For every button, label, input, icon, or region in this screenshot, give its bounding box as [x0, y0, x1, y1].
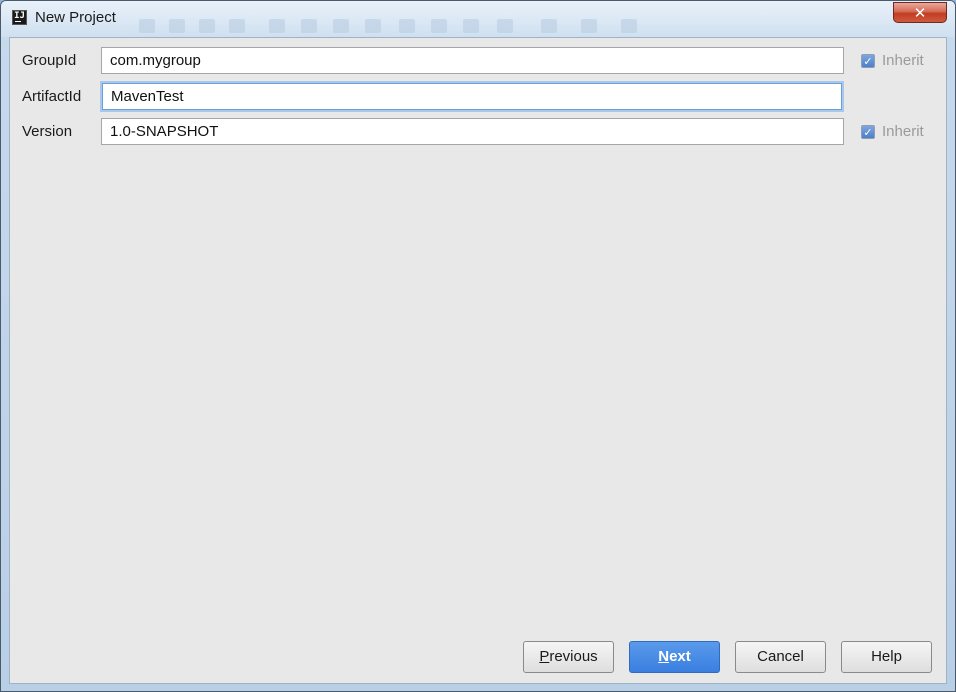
- artifact-id-input[interactable]: [102, 83, 842, 110]
- new-project-window: IJ New Project ✕ GroupId ✓ Inherit Artif…: [0, 0, 956, 692]
- help-button[interactable]: Help: [841, 641, 932, 673]
- toolbar-ghost-icon: [497, 19, 513, 33]
- title-bar[interactable]: IJ New Project ✕: [1, 1, 955, 37]
- toolbar-ghost-icon: [621, 19, 637, 33]
- next-button[interactable]: Next: [629, 641, 720, 673]
- toolbar-ghost-icon: [169, 19, 185, 33]
- group-id-inherit-checkbox[interactable]: ✓ Inherit: [861, 52, 924, 69]
- previous-label: revious: [549, 648, 598, 665]
- window-title: New Project: [35, 9, 116, 26]
- intellij-app-icon: IJ: [12, 10, 27, 25]
- toolbar-ghost-icon: [541, 19, 557, 33]
- cancel-button[interactable]: Cancel: [735, 641, 826, 673]
- version-input[interactable]: [101, 118, 844, 145]
- toolbar-ghost-icon: [229, 19, 245, 33]
- check-icon: ✓: [861, 124, 875, 139]
- artifact-id-label: ArtifactId: [22, 88, 82, 105]
- close-button[interactable]: ✕: [893, 2, 947, 23]
- version-label: Version: [22, 123, 73, 140]
- next-label: ext: [669, 648, 691, 665]
- toolbar-ghost-icon: [431, 19, 447, 33]
- toolbar-ghost-icon: [301, 19, 317, 33]
- toolbar-ghost-icon: [463, 19, 479, 33]
- next-mnemonic: N: [658, 648, 670, 665]
- version-inherit-checkbox[interactable]: ✓ Inherit: [861, 123, 924, 140]
- group-id-input[interactable]: [101, 47, 844, 74]
- toolbar-ghost-icon: [399, 19, 415, 33]
- group-id-label: GroupId: [22, 52, 77, 69]
- toolbar-ghost-icon: [269, 19, 285, 33]
- toolbar-ghost-icon: [581, 19, 597, 33]
- previous-mnemonic: P: [539, 648, 550, 665]
- toolbar-ghost-icon: [333, 19, 349, 33]
- previous-button[interactable]: Previous: [523, 641, 614, 673]
- dialog-content: GroupId ✓ Inherit ArtifactId Version ✓ I…: [9, 37, 947, 684]
- toolbar-ghost-icon: [365, 19, 381, 33]
- toolbar-ghost-icon: [199, 19, 215, 33]
- check-icon: ✓: [861, 53, 875, 68]
- group-id-inherit-label: Inherit: [882, 52, 924, 69]
- version-inherit-label: Inherit: [882, 123, 924, 140]
- toolbar-ghost-icon: [139, 19, 155, 33]
- close-icon: ✕: [913, 4, 927, 22]
